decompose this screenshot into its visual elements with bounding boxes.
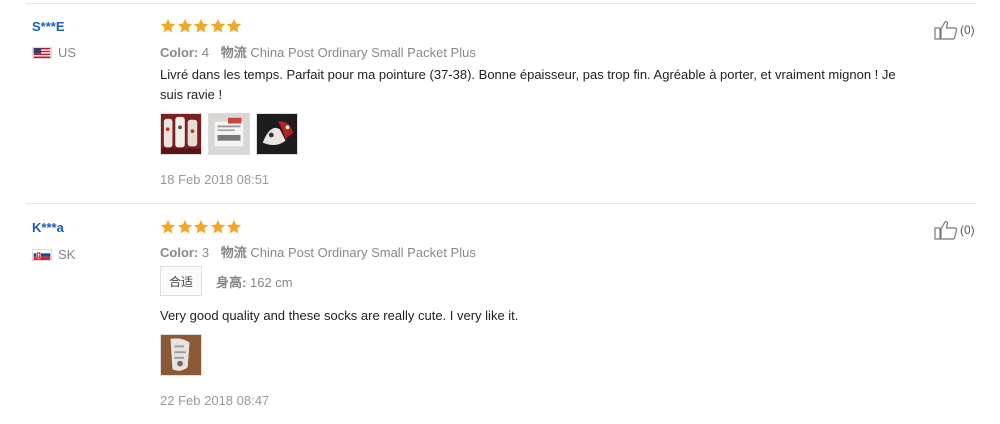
star-icon xyxy=(160,220,176,234)
logistics-label: 物流 xyxy=(220,245,247,260)
review-text-line: Very good quality and these socks are re… xyxy=(160,308,519,323)
review-photos xyxy=(160,113,304,155)
color-label: Color: xyxy=(160,45,199,60)
color-label: Color: xyxy=(160,245,199,260)
logistics-value: China Post Ordinary Small Packet Plus xyxy=(250,245,476,260)
review-divider xyxy=(26,203,976,204)
order-info: Color: 4 物流 China Post Ordinary Small Pa… xyxy=(160,42,476,61)
helpful-button[interactable]: (0) xyxy=(934,220,975,240)
photo-socks-worn[interactable] xyxy=(256,113,298,155)
top-divider xyxy=(26,3,976,4)
star-icon xyxy=(160,19,176,33)
photo-socks-worn[interactable] xyxy=(160,334,202,376)
star-icon xyxy=(227,220,242,234)
thumbs-up-icon xyxy=(934,221,958,240)
sk-flag-icon xyxy=(32,248,52,261)
fit-info: 合适 身高: 162 cm xyxy=(160,266,293,296)
review-text-line: suis ravie ! xyxy=(160,87,223,102)
star-rating xyxy=(160,219,243,235)
height-label: 身高: xyxy=(216,274,247,290)
country-code: SK xyxy=(58,247,76,262)
review-date: 18 Feb 2018 08:51 xyxy=(160,172,270,187)
height-info: 身高: 162 cm xyxy=(216,272,293,291)
review-text: Very good quality and these socks are re… xyxy=(160,306,960,326)
order-info: Color: 3 物流 China Post Ordinary Small Pa… xyxy=(160,242,476,261)
review-text-line: Livré dans les temps. Parfait pour ma po… xyxy=(160,67,896,82)
helpful-count: (0) xyxy=(960,223,975,237)
logistics-value: China Post Ordinary Small Packet Plus xyxy=(250,45,476,60)
color-value: 3 xyxy=(201,245,210,260)
reviewer-name[interactable]: S***E xyxy=(32,19,65,34)
fit-tag: 合适 xyxy=(160,266,203,296)
photo-package-label[interactable] xyxy=(208,113,250,155)
review-photos xyxy=(160,334,208,376)
country-code: US xyxy=(58,45,77,60)
reviewer-name[interactable]: K***a xyxy=(32,220,64,235)
height-value: 162 cm xyxy=(249,274,293,290)
star-icon xyxy=(177,19,192,33)
photo-socks-pack[interactable] xyxy=(160,113,202,155)
thumbs-up-icon xyxy=(934,21,958,40)
us-flag-icon xyxy=(32,46,52,59)
logistics-label: 物流 xyxy=(220,45,247,60)
helpful-button[interactable]: (0) xyxy=(934,20,975,40)
review-text: Livré dans les temps. Parfait pour ma po… xyxy=(160,65,960,105)
star-icon xyxy=(210,220,225,234)
color-value: 4 xyxy=(201,45,210,60)
reviewer-country: SK xyxy=(32,247,75,262)
helpful-count: (0) xyxy=(960,23,975,37)
review-date: 22 Feb 2018 08:47 xyxy=(160,393,270,408)
reviewer-country: US xyxy=(32,45,76,60)
star-icon xyxy=(194,19,209,33)
star-icon xyxy=(194,220,209,234)
star-icon xyxy=(227,19,242,33)
star-icon xyxy=(177,220,192,234)
star-icon xyxy=(210,19,225,33)
star-rating xyxy=(160,18,243,34)
